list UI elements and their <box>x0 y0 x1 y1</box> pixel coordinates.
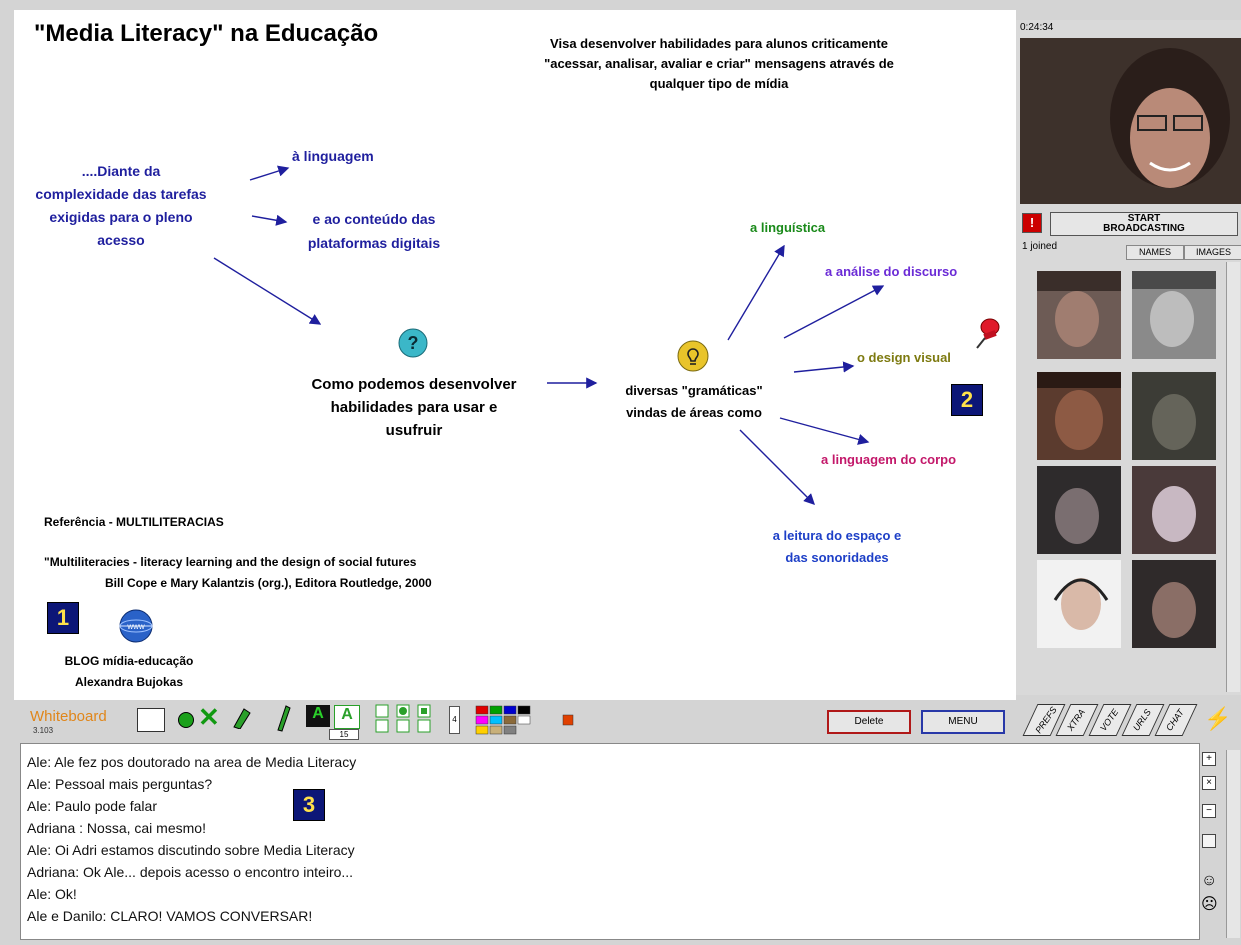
color-swatch[interactable] <box>517 715 531 725</box>
tab-label: XTRA <box>1065 707 1087 733</box>
color-swatch[interactable] <box>475 715 489 725</box>
participant-thumbnail[interactable] <box>1037 466 1121 554</box>
whiteboard-label: Whiteboard <box>30 708 107 725</box>
session-timer: 0:24:34 <box>1020 22 1054 33</box>
participant-thumbnail[interactable] <box>1132 372 1216 460</box>
frown-icon[interactable]: ☹ <box>1201 894 1218 914</box>
whiteboard-canvas[interactable]: "Media Literacy" na Educação Visa desenv… <box>14 10 1016 700</box>
delete-button[interactable]: Delete <box>827 710 911 734</box>
start-broadcasting-button[interactable]: START BROADCASTING <box>1050 212 1238 236</box>
circle-tool-icon[interactable] <box>178 712 194 728</box>
color-swatch[interactable] <box>503 705 517 715</box>
tab-label: VOTE <box>1098 707 1121 733</box>
color-swatch[interactable] <box>489 715 503 725</box>
participant-thumbnail[interactable] <box>1037 271 1121 359</box>
color-swatch[interactable] <box>475 725 489 735</box>
tab-names[interactable]: NAMES <box>1126 245 1184 260</box>
tab-label: CHAT <box>1163 707 1186 733</box>
color-swatch[interactable] <box>503 725 517 735</box>
tab-images[interactable]: IMAGES <box>1184 245 1241 260</box>
chat-message: Adriana: Ok Ale... depois acesso o encon… <box>27 864 354 880</box>
arrow <box>779 417 870 445</box>
color-swatch[interactable] <box>517 705 531 715</box>
participant-thumbnail[interactable] <box>1037 560 1121 648</box>
participant-thumbnail[interactable] <box>1037 372 1121 460</box>
color-swatch[interactable] <box>475 705 489 715</box>
version-label: 3.103 <box>33 726 54 735</box>
arrow <box>249 165 290 181</box>
color-swatch[interactable] <box>489 705 503 715</box>
broadcast-label: BROADCASTING <box>1103 223 1185 234</box>
arrow <box>739 429 815 505</box>
clear-x-icon[interactable]: ✕ <box>198 704 220 730</box>
chat-message: Ale: Ale fez pos doutorado na area de Me… <box>27 754 357 770</box>
size-value[interactable]: 15 <box>329 729 359 740</box>
chat-message: Ale: Paulo pode falar <box>27 798 157 814</box>
page-number[interactable]: 4 <box>449 706 460 734</box>
alert-button[interactable]: ! <box>1022 213 1042 233</box>
arrow <box>727 244 785 341</box>
joined-count: 1 joined <box>1022 241 1058 252</box>
close-button[interactable]: × <box>1202 776 1216 790</box>
text-tool-icon[interactable] <box>137 708 165 732</box>
chat-scrollbar[interactable] <box>1226 750 1240 938</box>
color-palette[interactable] <box>475 705 579 735</box>
text-outline-a-icon[interactable]: A <box>334 705 360 729</box>
text-color-a-icon[interactable]: A <box>306 705 330 727</box>
color-swatch[interactable] <box>503 715 517 725</box>
zoom-in-button[interactable]: + <box>1202 752 1216 766</box>
lightning-icon[interactable]: ⚡ <box>1204 706 1231 732</box>
connector-arrows <box>213 165 885 505</box>
smile-icon[interactable]: ☺ <box>1201 872 1217 890</box>
participants-scrollbar[interactable] <box>1226 262 1240 692</box>
shape-tools-grid[interactable] <box>375 704 445 734</box>
menu-button[interactable]: MENU <box>921 710 1005 734</box>
arrow <box>251 214 288 226</box>
arrow <box>793 361 855 373</box>
arrow <box>783 285 885 339</box>
slider-handle[interactable] <box>1202 834 1216 848</box>
zoom-out-button[interactable]: − <box>1202 804 1216 818</box>
broadcast-video <box>1020 38 1241 204</box>
chat-message: Ale: Oi Adri estamos discutindo sobre Me… <box>27 842 355 858</box>
color-swatch[interactable] <box>562 714 574 726</box>
color-swatch[interactable] <box>489 725 503 735</box>
pen-icon[interactable] <box>275 704 291 732</box>
highlighter-icon[interactable] <box>230 705 252 730</box>
arrow <box>213 257 322 325</box>
chat-log[interactable]: Ale: Ale fez pos doutorado na area de Me… <box>20 743 1200 940</box>
chat-message: Ale e Danilo: CLARO! VAMOS CONVERSAR! <box>27 908 313 924</box>
participant-thumbnail[interactable] <box>1132 560 1216 648</box>
chat-message: Adriana : Nossa, cai mesmo! <box>27 820 206 836</box>
badge-3: 3 <box>293 789 325 821</box>
chat-message: Ale: Ok! <box>27 886 77 902</box>
chat-message: Ale: Pessoal mais perguntas? <box>27 776 213 792</box>
participant-thumbnail[interactable] <box>1132 466 1216 554</box>
tab-label: URLS <box>1131 707 1153 733</box>
participant-thumbnail[interactable] <box>1132 271 1216 359</box>
